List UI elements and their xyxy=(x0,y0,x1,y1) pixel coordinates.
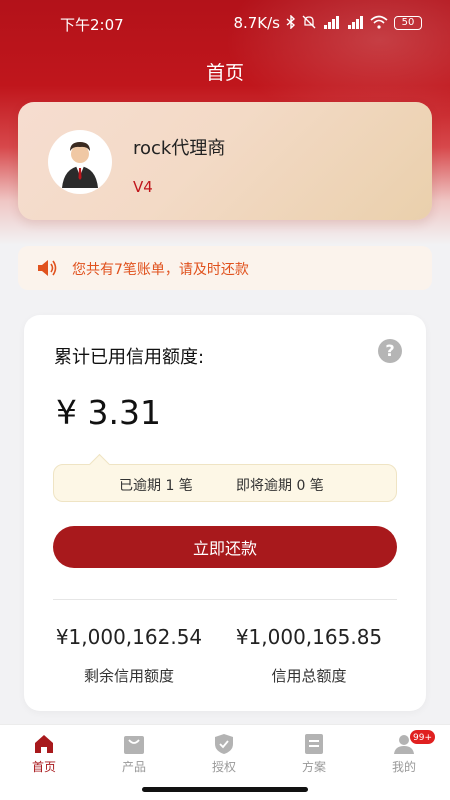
upcoming-overdue-count: 即将逾期 0 笔 xyxy=(236,478,324,494)
wifi-icon xyxy=(370,15,388,32)
remaining-credit: ¥1,000,162.54 剩余信用额度 xyxy=(49,625,209,686)
bag-icon xyxy=(124,736,144,754)
tab-label: 我的 xyxy=(391,760,416,774)
credit-card: 累计已用信用额度: ? ¥ 3.31 已逾期 1 笔 即将逾期 0 笔 立即还款… xyxy=(24,315,426,711)
total-credit-label: 信用总额度 xyxy=(271,667,347,685)
tab-authorization[interactable]: 授权 xyxy=(194,733,254,775)
document-icon xyxy=(305,734,323,754)
notice-banner[interactable]: 您共有7笔账单，请及时还款 xyxy=(18,246,432,290)
page-title: 首页 xyxy=(205,62,244,84)
repay-now-button[interactable]: 立即还款 xyxy=(53,526,397,568)
used-credit-amount: ¥ 3.31 xyxy=(56,393,161,432)
tab-mine[interactable]: 99+ 我的 xyxy=(374,729,436,775)
remaining-credit-label: 剩余信用额度 xyxy=(83,667,174,685)
user-avatar-icon[interactable] xyxy=(48,130,112,194)
mute-icon xyxy=(302,15,316,32)
status-time: 下午2:07 xyxy=(60,16,124,34)
signal-icon xyxy=(346,15,364,32)
tab-label: 产品 xyxy=(121,760,146,774)
divider xyxy=(53,599,397,600)
home-icon xyxy=(35,735,53,753)
shield-icon xyxy=(215,734,233,754)
status-icons: 8.7K/s 50 xyxy=(233,13,422,32)
tab-home[interactable]: 首页 xyxy=(14,733,74,775)
profile-card[interactable]: rock代理商 V4 xyxy=(18,102,432,220)
total-credit: ¥1,000,165.85 信用总额度 xyxy=(229,625,389,686)
overdue-count: 已逾期 1 笔 xyxy=(119,478,193,494)
profile-level: V4 xyxy=(133,178,153,196)
notice-text: 您共有7笔账单，请及时还款 xyxy=(72,262,249,278)
battery-icon: 50 xyxy=(394,16,422,30)
total-credit-value: ¥1,000,165.85 xyxy=(235,625,383,649)
remaining-credit-value: ¥1,000,162.54 xyxy=(55,625,203,649)
speaker-icon xyxy=(36,258,58,278)
tab-label: 首页 xyxy=(31,760,56,774)
notification-badge: 99+ xyxy=(409,729,436,745)
credit-title: 累计已用信用额度: xyxy=(54,347,205,368)
profile-name: rock代理商 xyxy=(133,138,226,159)
help-icon[interactable]: ? xyxy=(378,339,402,363)
tab-products[interactable]: 产品 xyxy=(104,733,164,775)
tab-label: 授权 xyxy=(211,760,236,774)
home-indicator xyxy=(142,787,308,792)
overdue-summary: 已逾期 1 笔 即将逾期 0 笔 xyxy=(53,464,397,502)
status-bar: 下午2:07 8.7K/s 50 xyxy=(0,0,450,48)
signal-icon xyxy=(322,15,340,32)
bluetooth-icon xyxy=(286,13,296,32)
tab-plans[interactable]: 方案 xyxy=(284,733,344,775)
network-speed: 8.7K/s xyxy=(233,14,280,32)
tab-label: 方案 xyxy=(301,760,326,774)
